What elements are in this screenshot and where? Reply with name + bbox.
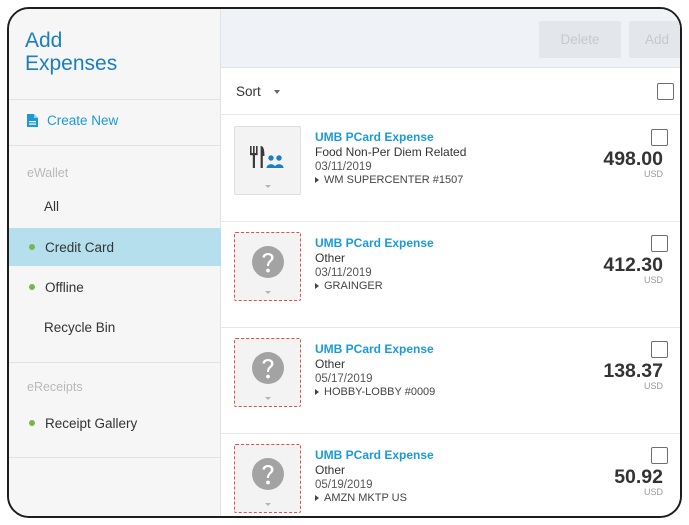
expense-category: Food Non-Per Diem Related [315, 145, 467, 159]
expense-category: Other [315, 463, 346, 477]
sort-dropdown[interactable]: Sort [236, 84, 280, 99]
status-dot [29, 420, 35, 426]
section-heading-ewallet: eWallet [27, 166, 69, 180]
divider [9, 99, 221, 100]
expense-date: 03/11/2019 [315, 267, 372, 279]
expense-date: 05/17/2019 [315, 373, 373, 385]
expense-merchant[interactable]: AMZN MKTP US [315, 492, 407, 504]
expense-category: Other [315, 357, 346, 371]
select-all-checkbox[interactable] [657, 83, 674, 100]
expense-amount: 498.00 [603, 148, 663, 170]
expense-type: UMB PCard Expense [315, 236, 434, 250]
receipt-thumbnail[interactable] [234, 126, 301, 195]
sidebar-item-receipt-gallery[interactable]: Receipt Gallery [9, 404, 221, 442]
question-icon [252, 246, 284, 278]
add-button[interactable]: Add [629, 21, 680, 58]
expense-type: UMB PCard Expense [315, 448, 434, 462]
delete-button[interactable]: Delete [539, 21, 621, 58]
expense-checkbox[interactable] [651, 129, 668, 146]
chevron-down-icon [265, 291, 271, 294]
sidebar-item-credit-card[interactable]: Credit Card [9, 228, 221, 266]
expense-date: 03/11/2019 [315, 161, 372, 173]
chevron-down-icon [265, 397, 271, 400]
create-new-button[interactable]: Create New [27, 113, 118, 128]
expense-amount: 138.37 [603, 360, 663, 382]
question-icon [252, 352, 284, 384]
receipt-thumbnail[interactable] [234, 338, 301, 407]
expense-row[interactable]: UMB PCard Expense Other 05/19/2019 AMZN … [221, 434, 680, 516]
status-dot [29, 284, 35, 290]
meal-icon [250, 146, 284, 168]
expense-amount: 412.30 [603, 254, 663, 276]
divider [9, 362, 221, 363]
sidebar: Add Expenses Create New eWallet All Cred… [9, 9, 221, 516]
receipt-thumbnail[interactable] [234, 444, 301, 513]
triangle-right-icon [315, 495, 319, 501]
expense-type: UMB PCard Expense [315, 342, 434, 356]
status-dot [29, 244, 35, 250]
expense-merchant[interactable]: WM SUPERCENTER #1507 [315, 174, 463, 186]
expense-currency: USD [643, 169, 663, 179]
section-heading-ereceipts: eReceipts [27, 380, 83, 394]
expense-row[interactable]: UMB PCard Expense Other 03/11/2019 GRAIN… [221, 222, 680, 328]
new-document-icon [27, 114, 38, 127]
expense-merchant[interactable]: GRAINGER [315, 280, 383, 292]
main-content: Delete Add Sort UMB PCard Expense Food N… [221, 9, 680, 516]
expense-type: UMB PCard Expense [315, 130, 434, 144]
expense-checkbox[interactable] [651, 447, 668, 464]
expense-row[interactable]: UMB PCard Expense Food Non-Per Diem Rela… [221, 116, 680, 222]
triangle-right-icon [315, 283, 319, 289]
app-window: Add Expenses Create New eWallet All Cred… [7, 7, 682, 518]
divider [9, 145, 221, 146]
divider [9, 457, 221, 458]
expense-currency: USD [643, 381, 663, 391]
chevron-down-icon [265, 185, 271, 188]
chevron-down-icon [273, 89, 280, 94]
expense-currency: USD [643, 275, 663, 285]
triangle-right-icon [315, 389, 319, 395]
receipt-thumbnail[interactable] [234, 232, 301, 301]
expense-checkbox[interactable] [651, 235, 668, 252]
expense-currency: USD [643, 487, 663, 497]
chevron-down-icon [265, 503, 271, 506]
expense-row[interactable]: UMB PCard Expense Other 05/17/2019 HOBBY… [221, 328, 680, 434]
page-title: Add Expenses [25, 29, 118, 75]
sidebar-item-recycle-bin[interactable]: Recycle Bin [9, 308, 221, 346]
expense-category: Other [315, 251, 346, 265]
expense-amount: 50.92 [614, 466, 663, 488]
sidebar-item-offline[interactable]: Offline [9, 268, 221, 306]
expense-merchant[interactable]: HOBBY-LOBBY #0009 [315, 386, 435, 398]
sidebar-item-all[interactable]: All [9, 187, 221, 225]
expense-date: 05/19/2019 [315, 479, 373, 491]
triangle-right-icon [315, 177, 319, 183]
sort-bar: Sort [221, 68, 680, 115]
question-icon [252, 458, 284, 490]
toolbar: Delete Add [221, 9, 680, 68]
expense-checkbox[interactable] [651, 341, 668, 358]
